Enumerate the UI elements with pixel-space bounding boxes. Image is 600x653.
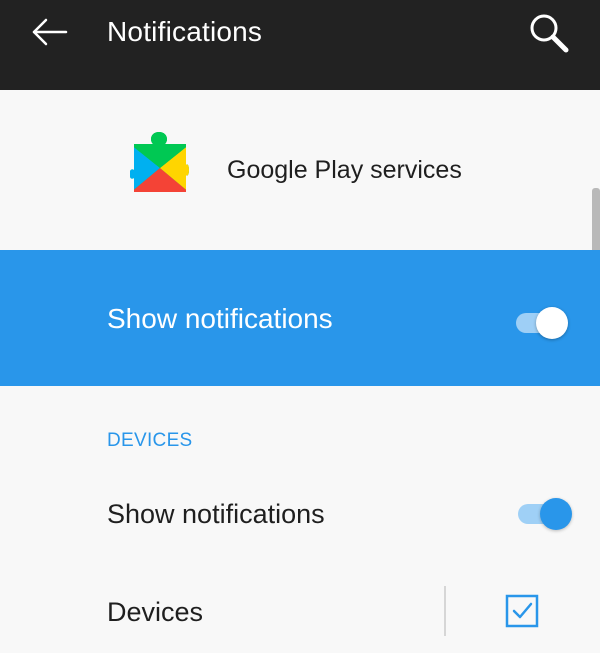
switch-thumb: [540, 498, 572, 530]
switch-thumb: [536, 307, 568, 339]
show-notifications-switch[interactable]: [518, 498, 574, 530]
devices-checkbox[interactable]: [505, 594, 539, 628]
search-icon: [530, 14, 569, 53]
master-toggle-switch[interactable]: [516, 307, 572, 339]
search-button[interactable]: [522, 4, 578, 60]
app-bar: Notifications: [0, 0, 600, 90]
show-notifications-label: Show notifications: [107, 499, 325, 529]
app-name: Google Play services: [227, 156, 462, 184]
vertical-divider: [444, 586, 446, 636]
google-play-services-icon: [130, 131, 190, 193]
checkbox-checked-icon: [505, 594, 539, 628]
arrow-left-icon: [32, 18, 68, 46]
page-title: Notifications: [107, 16, 263, 47]
app-info-header: Google Play services: [0, 90, 600, 250]
master-toggle-row[interactable]: Show notifications: [0, 250, 600, 386]
back-button[interactable]: [24, 10, 76, 54]
section-header-devices: DEVICES: [107, 430, 193, 451]
devices-label: Devices: [107, 597, 204, 627]
master-toggle-label: Show notifications: [107, 303, 333, 334]
